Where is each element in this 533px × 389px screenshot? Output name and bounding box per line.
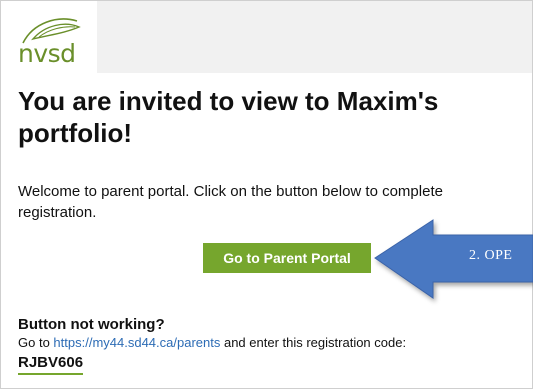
parents-portal-link[interactable]: https://my44.sd44.ca/parents	[53, 335, 220, 350]
invitation-heading: You are invited to view to Maxim's portf…	[18, 86, 439, 148]
callout-step-text: 2. OPE	[469, 248, 513, 263]
help-instructions: Go to https://my44.sd44.ca/parents and e…	[18, 335, 406, 350]
nvsd-logo: nvsd	[1, 1, 97, 73]
help-suffix: and enter this registration code:	[220, 335, 407, 350]
welcome-text: Welcome to parent portal. Click on the b…	[18, 183, 443, 221]
go-to-parent-portal-button[interactable]: Go to Parent Portal	[203, 243, 371, 273]
button-not-working-heading: Button not working?	[18, 316, 165, 333]
help-prefix: Go to	[18, 335, 54, 350]
email-frame: nvsd You are invited to view to Maxim's …	[0, 0, 533, 389]
registration-code: RJBV606	[18, 354, 84, 375]
logo-text: nvsd	[18, 39, 76, 68]
